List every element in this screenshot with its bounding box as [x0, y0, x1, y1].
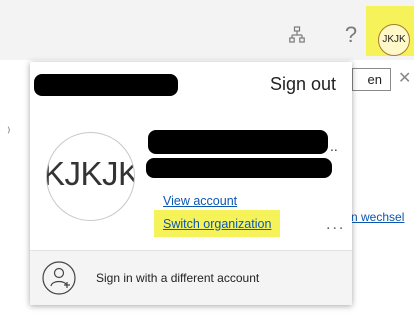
- sign-in-different-account-row[interactable]: Sign in with a different account: [30, 251, 352, 305]
- account-avatar-button[interactable]: JKJK: [378, 24, 410, 56]
- close-icon[interactable]: ✕: [398, 68, 411, 88]
- avatar-initials: KJKJKJ: [46, 155, 134, 192]
- switch-organization-link[interactable]: Switch organization: [163, 217, 271, 231]
- redacted-org-name: [34, 74, 178, 96]
- sign-out-button[interactable]: Sign out: [270, 74, 336, 95]
- background-input[interactable]: en: [352, 68, 391, 91]
- help-icon[interactable]: ?: [341, 22, 361, 48]
- background-mark: ⁾: [7, 124, 11, 140]
- account-panel: Sign out KJKJKJ .. View account Switch o…: [30, 62, 352, 305]
- top-bar: ? JKJK: [0, 0, 414, 60]
- more-options-button[interactable]: ...: [326, 216, 345, 234]
- redacted-account-email: [146, 158, 332, 178]
- sign-in-different-account-label: Sign in with a different account: [96, 271, 260, 285]
- background-input-text: en: [367, 72, 382, 87]
- redacted-account-name: [148, 130, 328, 154]
- org-chart-icon[interactable]: [289, 26, 305, 44]
- trailing-dots: ..: [330, 138, 338, 154]
- view-account-link[interactable]: View account: [163, 194, 237, 208]
- person-add-icon: [42, 261, 76, 295]
- account-avatar-large: KJKJKJ: [46, 132, 135, 221]
- background-link[interactable]: n wechsel: [351, 210, 404, 224]
